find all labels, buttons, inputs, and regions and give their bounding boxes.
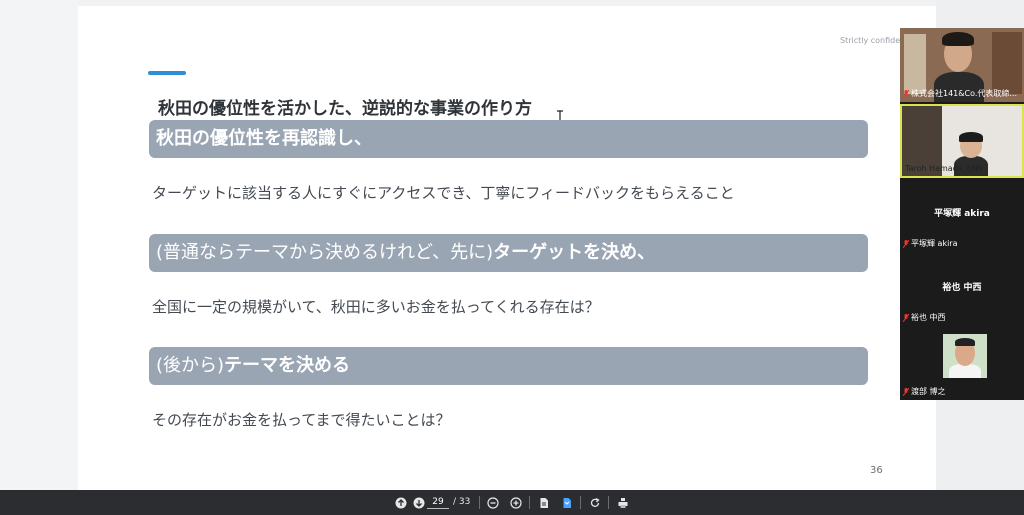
rotate-button[interactable] [588, 495, 602, 510]
slide-title: 秋田の優位性を活かした、逆説的な事業の作り方 [158, 99, 532, 119]
mic-muted-icon [903, 89, 909, 98]
participant-name-text: 株式会社141&Co.代表取締... [911, 89, 1018, 98]
toolbar-divider [529, 496, 530, 509]
mic-muted-icon [903, 239, 909, 248]
heading-band-decide-target: (普通ならテーマから決めるけれど、先に)ターゲットを決め、 [149, 234, 868, 272]
band-strong-text: ターゲットを決め、 [493, 242, 656, 263]
page-down-button[interactable] [412, 495, 426, 510]
participant-display-name: 平塚輝 akira [934, 209, 990, 219]
toolbar-divider [479, 496, 480, 509]
participant-figure [942, 32, 974, 46]
document-button[interactable] [537, 495, 551, 510]
bookmark-button[interactable] [560, 495, 574, 510]
participant-display-name: 裕也 中西 [942, 283, 982, 293]
page-up-icon [395, 497, 407, 508]
participant-tile[interactable]: 渡部 博之 [900, 326, 1024, 400]
band-strong-text: テーマを決める [224, 355, 351, 376]
bookmark-icon [563, 497, 571, 508]
toolbar-divider [608, 496, 609, 509]
zoom-out-button[interactable] [486, 495, 500, 510]
participant-tile[interactable]: 株式会社141&Co.代表取締... [900, 28, 1024, 102]
document-icon [540, 497, 548, 508]
video-background [904, 34, 926, 94]
participant-name: 平塚輝 akira [903, 238, 958, 249]
presentation-slide: Strictly confide 秋田の優位性を活かした、逆説的な事業の作り方 … [78, 6, 936, 490]
video-background [992, 32, 1022, 94]
participant-tile-active-speaker[interactable]: Taroh Hamada_ENV [900, 104, 1024, 178]
page-down-icon [413, 497, 425, 508]
participant-figure [955, 338, 975, 346]
participant-name: Taroh Hamada_ENV [905, 164, 983, 173]
avatar [943, 334, 987, 378]
participant-name: 裕也 中西 [903, 312, 946, 323]
participant-figure [959, 132, 983, 142]
print-button[interactable] [616, 495, 630, 510]
mic-muted-icon [903, 387, 909, 396]
body-text-theme-question: その存在がお金を払ってまで得たいことは？ [152, 411, 451, 429]
zoom-in-icon [510, 496, 522, 509]
zoom-in-button[interactable] [509, 495, 523, 510]
page-up-button[interactable] [394, 495, 408, 510]
participant-name: 株式会社141&Co.代表取締... [903, 88, 1017, 99]
slide-page-number: 36 [870, 465, 883, 476]
participant-figure [949, 364, 981, 378]
accent-bar [148, 71, 186, 75]
confidential-label: Strictly confide [840, 36, 901, 45]
rotate-icon [590, 497, 600, 507]
participant-name-text: 平塚輝 akira [911, 239, 958, 248]
print-icon [618, 497, 628, 508]
participants-video-panel[interactable]: 株式会社141&Co.代表取締... Taroh Hamada_ENV 平塚輝 … [900, 28, 1024, 400]
toolbar-divider [580, 496, 581, 509]
mic-muted-icon [903, 313, 909, 322]
body-text-target-question: 全国に一定の規模がいて、秋田に多いお金を払ってくれる存在は？ [152, 298, 600, 316]
page-number-input[interactable]: 29 [427, 495, 449, 509]
participant-tile[interactable]: 平塚輝 akira 平塚輝 akira [900, 178, 1024, 252]
viewer-left-gutter [0, 0, 78, 490]
band-lead-text: (普通ならテーマから決めるけれど、先に) [156, 242, 494, 263]
band-lead-text: (後から) [156, 355, 225, 376]
participant-name: 渡部 博之 [903, 386, 946, 397]
participant-tile[interactable]: 裕也 中西 裕也 中西 [900, 252, 1024, 326]
participant-name-text: 渡部 博之 [911, 387, 946, 396]
heading-band-decide-theme: (後から)テーマを決める [149, 347, 868, 385]
page-total-label: / 33 [453, 497, 471, 507]
participant-name-text: 裕也 中西 [911, 313, 946, 322]
pdf-viewer-toolbar: 29 / 33 [0, 490, 1024, 515]
participant-name-text: Taroh Hamada_ENV [905, 164, 984, 173]
heading-band-reconfirm: 秋田の優位性を再認識し、 [149, 120, 868, 158]
body-text-target-access: ターゲットに該当する人にすぐにアクセスでき、丁寧にフィードバックをもらえること [152, 184, 735, 202]
zoom-out-icon [487, 496, 499, 509]
